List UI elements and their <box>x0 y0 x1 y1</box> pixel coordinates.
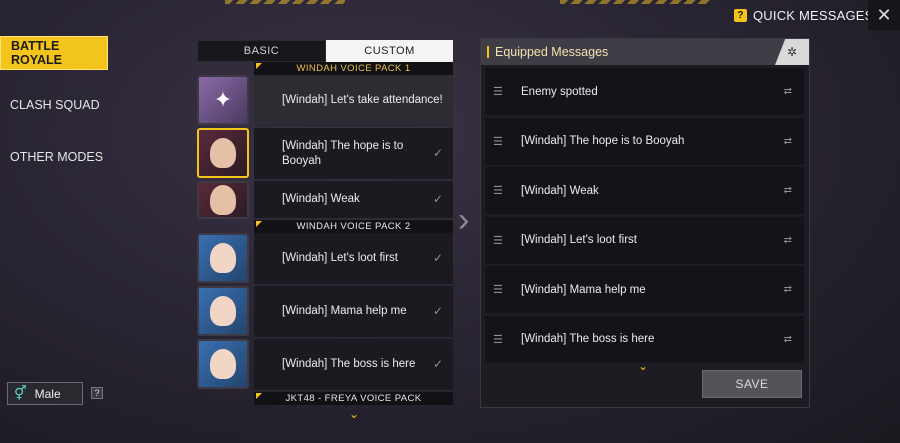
message-text: [Windah] Let's loot first <box>282 252 398 265</box>
message-item[interactable]: [Windah] Weak ✓ <box>254 181 453 219</box>
drag-handle-icon[interactable]: ☰ <box>493 283 521 296</box>
mode-battle-royale[interactable]: BATTLE ROYALE <box>0 36 108 70</box>
message-text: [Windah] Let's take attendance! <box>282 94 443 107</box>
close-button[interactable]: ✕ <box>868 0 900 30</box>
equipped-row[interactable]: ☰ [Windah] Let's loot first ⇄ <box>485 216 804 264</box>
check-icon: ✓ <box>432 251 443 265</box>
equipped-row[interactable]: ☰ [Windah] The hope is to Booyah ⇄ <box>485 117 804 165</box>
equipped-panel: Equipped Messages ✲ ☰ Enemy spotted ⇄ ☰ … <box>480 38 810 408</box>
equipped-row[interactable]: ☰ [Windah] Weak ⇄ <box>485 167 804 215</box>
tab-basic[interactable]: BASIC <box>197 40 326 62</box>
pack-header: WINDAH VOICE PACK 1 <box>254 62 453 75</box>
mode-nav: BATTLE ROYALE CLASH SQUAD OTHER MODES <box>0 36 110 192</box>
drag-handle-icon[interactable]: ☰ <box>493 184 521 197</box>
gender-swap-icon: ⚥ <box>14 385 27 401</box>
page-title: ? QUICK MESSAGES <box>734 8 874 23</box>
hazard-stripe <box>560 0 710 4</box>
voice-pack-thumbnail <box>197 286 249 336</box>
message-text: [Windah] Weak <box>282 193 360 206</box>
swap-icon[interactable]: ⇄ <box>784 136 792 147</box>
chevron-right-icon: › <box>458 201 470 239</box>
message-list-panel: BASIC CUSTOM WINDAH VOICE PACK 1 ✦ [Wind… <box>197 40 453 408</box>
message-text: [Windah] Mama help me <box>282 305 407 318</box>
list-item[interactable]: [Windah] The boss is here ✓ <box>197 339 453 391</box>
message-item[interactable]: [Windah] Mama help me ✓ <box>254 286 453 338</box>
equipped-list: ☰ Enemy spotted ⇄ ☰ [Windah] The hope is… <box>481 65 809 363</box>
message-item[interactable]: [Windah] Let's loot first ✓ <box>254 233 453 285</box>
list-item[interactable]: [Windah] Let's loot first ✓ <box>197 233 453 285</box>
list-item[interactable]: [Windah] Mama help me ✓ <box>197 286 453 338</box>
tab-custom[interactable]: CUSTOM <box>326 40 453 62</box>
equipped-title: Equipped Messages <box>481 39 809 65</box>
voice-pack-thumbnail <box>197 128 249 178</box>
drag-handle-icon[interactable]: ☰ <box>493 135 521 148</box>
voice-pack-thumbnail <box>197 233 249 283</box>
message-item[interactable]: [Windah] The hope is to Booyah ✓ <box>254 128 453 180</box>
avatar <box>210 185 236 215</box>
check-icon: ✓ <box>432 357 443 371</box>
avatar <box>210 296 236 326</box>
swap-icon[interactable]: ⇄ <box>784 334 792 345</box>
message-text: [Windah] The boss is here <box>282 358 416 371</box>
pack-header: JKT48 - FREYA VOICE PACK <box>254 392 453 405</box>
message-item[interactable]: [Windah] Let's take attendance! <box>254 75 453 127</box>
avatar <box>210 349 236 379</box>
check-icon: ✓ <box>432 304 443 318</box>
equipped-text: [Windah] Let's loot first <box>521 234 637 247</box>
save-button[interactable]: SAVE <box>702 370 802 398</box>
eagle-emblem-icon: ✦ <box>213 87 233 112</box>
chevron-down-icon[interactable]: ⌄ <box>638 359 648 373</box>
equipped-row[interactable]: ☰ Enemy spotted ⇄ <box>485 68 804 115</box>
chevron-down-icon[interactable]: ⌄ <box>349 407 359 421</box>
gender-help-icon[interactable]: ? <box>91 387 103 399</box>
message-text: [Windah] The hope is to Booyah <box>282 140 404 167</box>
avatar <box>210 243 236 273</box>
equipped-text: [Windah] The hope is to Booyah <box>521 135 685 148</box>
tab-bar: BASIC CUSTOM <box>197 40 453 62</box>
swap-icon[interactable]: ⇄ <box>784 185 792 196</box>
voice-pack-thumbnail <box>197 181 249 219</box>
equipped-text: Enemy spotted <box>521 85 598 98</box>
voice-pack-thumbnail: ✦ <box>197 75 249 125</box>
equipped-row[interactable]: ☰ [Windah] Mama help me ⇄ <box>485 266 804 314</box>
avatar <box>210 138 236 168</box>
message-item[interactable]: [Windah] The boss is here ✓ <box>254 339 453 391</box>
check-icon: ✓ <box>432 146 443 160</box>
list-item[interactable]: [Windah] The hope is to Booyah ✓ <box>197 128 453 180</box>
pack-header: WINDAH VOICE PACK 2 <box>254 220 453 233</box>
equipped-text: [Windah] The boss is here <box>521 333 655 346</box>
mode-other-modes[interactable]: OTHER MODES <box>0 140 108 174</box>
gear-icon: ✲ <box>786 45 798 59</box>
drag-handle-icon[interactable]: ☰ <box>493 85 521 98</box>
list-item[interactable]: ✦ [Windah] Let's take attendance! <box>197 75 453 127</box>
gender-value: Male <box>34 386 61 401</box>
equipped-text: [Windah] Weak <box>521 184 599 197</box>
page-title-text: QUICK MESSAGES <box>753 8 874 23</box>
check-icon: ✓ <box>432 192 443 206</box>
swap-icon[interactable]: ⇄ <box>784 284 792 295</box>
mode-clash-squad[interactable]: CLASH SQUAD <box>0 88 108 122</box>
equipped-text: [Windah] Mama help me <box>521 283 646 296</box>
swap-icon[interactable]: ⇄ <box>784 235 792 246</box>
list-item[interactable]: [Windah] Weak ✓ <box>197 181 453 219</box>
swap-icon[interactable]: ⇄ <box>784 86 792 97</box>
hazard-stripe <box>225 0 345 4</box>
gender-selector[interactable]: ⚥ Male <box>7 382 83 405</box>
voice-pack-thumbnail <box>197 339 249 389</box>
drag-handle-icon[interactable]: ☰ <box>493 333 521 346</box>
help-badge-icon[interactable]: ? <box>734 9 747 22</box>
close-icon: ✕ <box>876 4 892 25</box>
equipped-row[interactable]: ☰ [Windah] The boss is here ⇄ <box>485 315 804 363</box>
drag-handle-icon[interactable]: ☰ <box>493 234 521 247</box>
